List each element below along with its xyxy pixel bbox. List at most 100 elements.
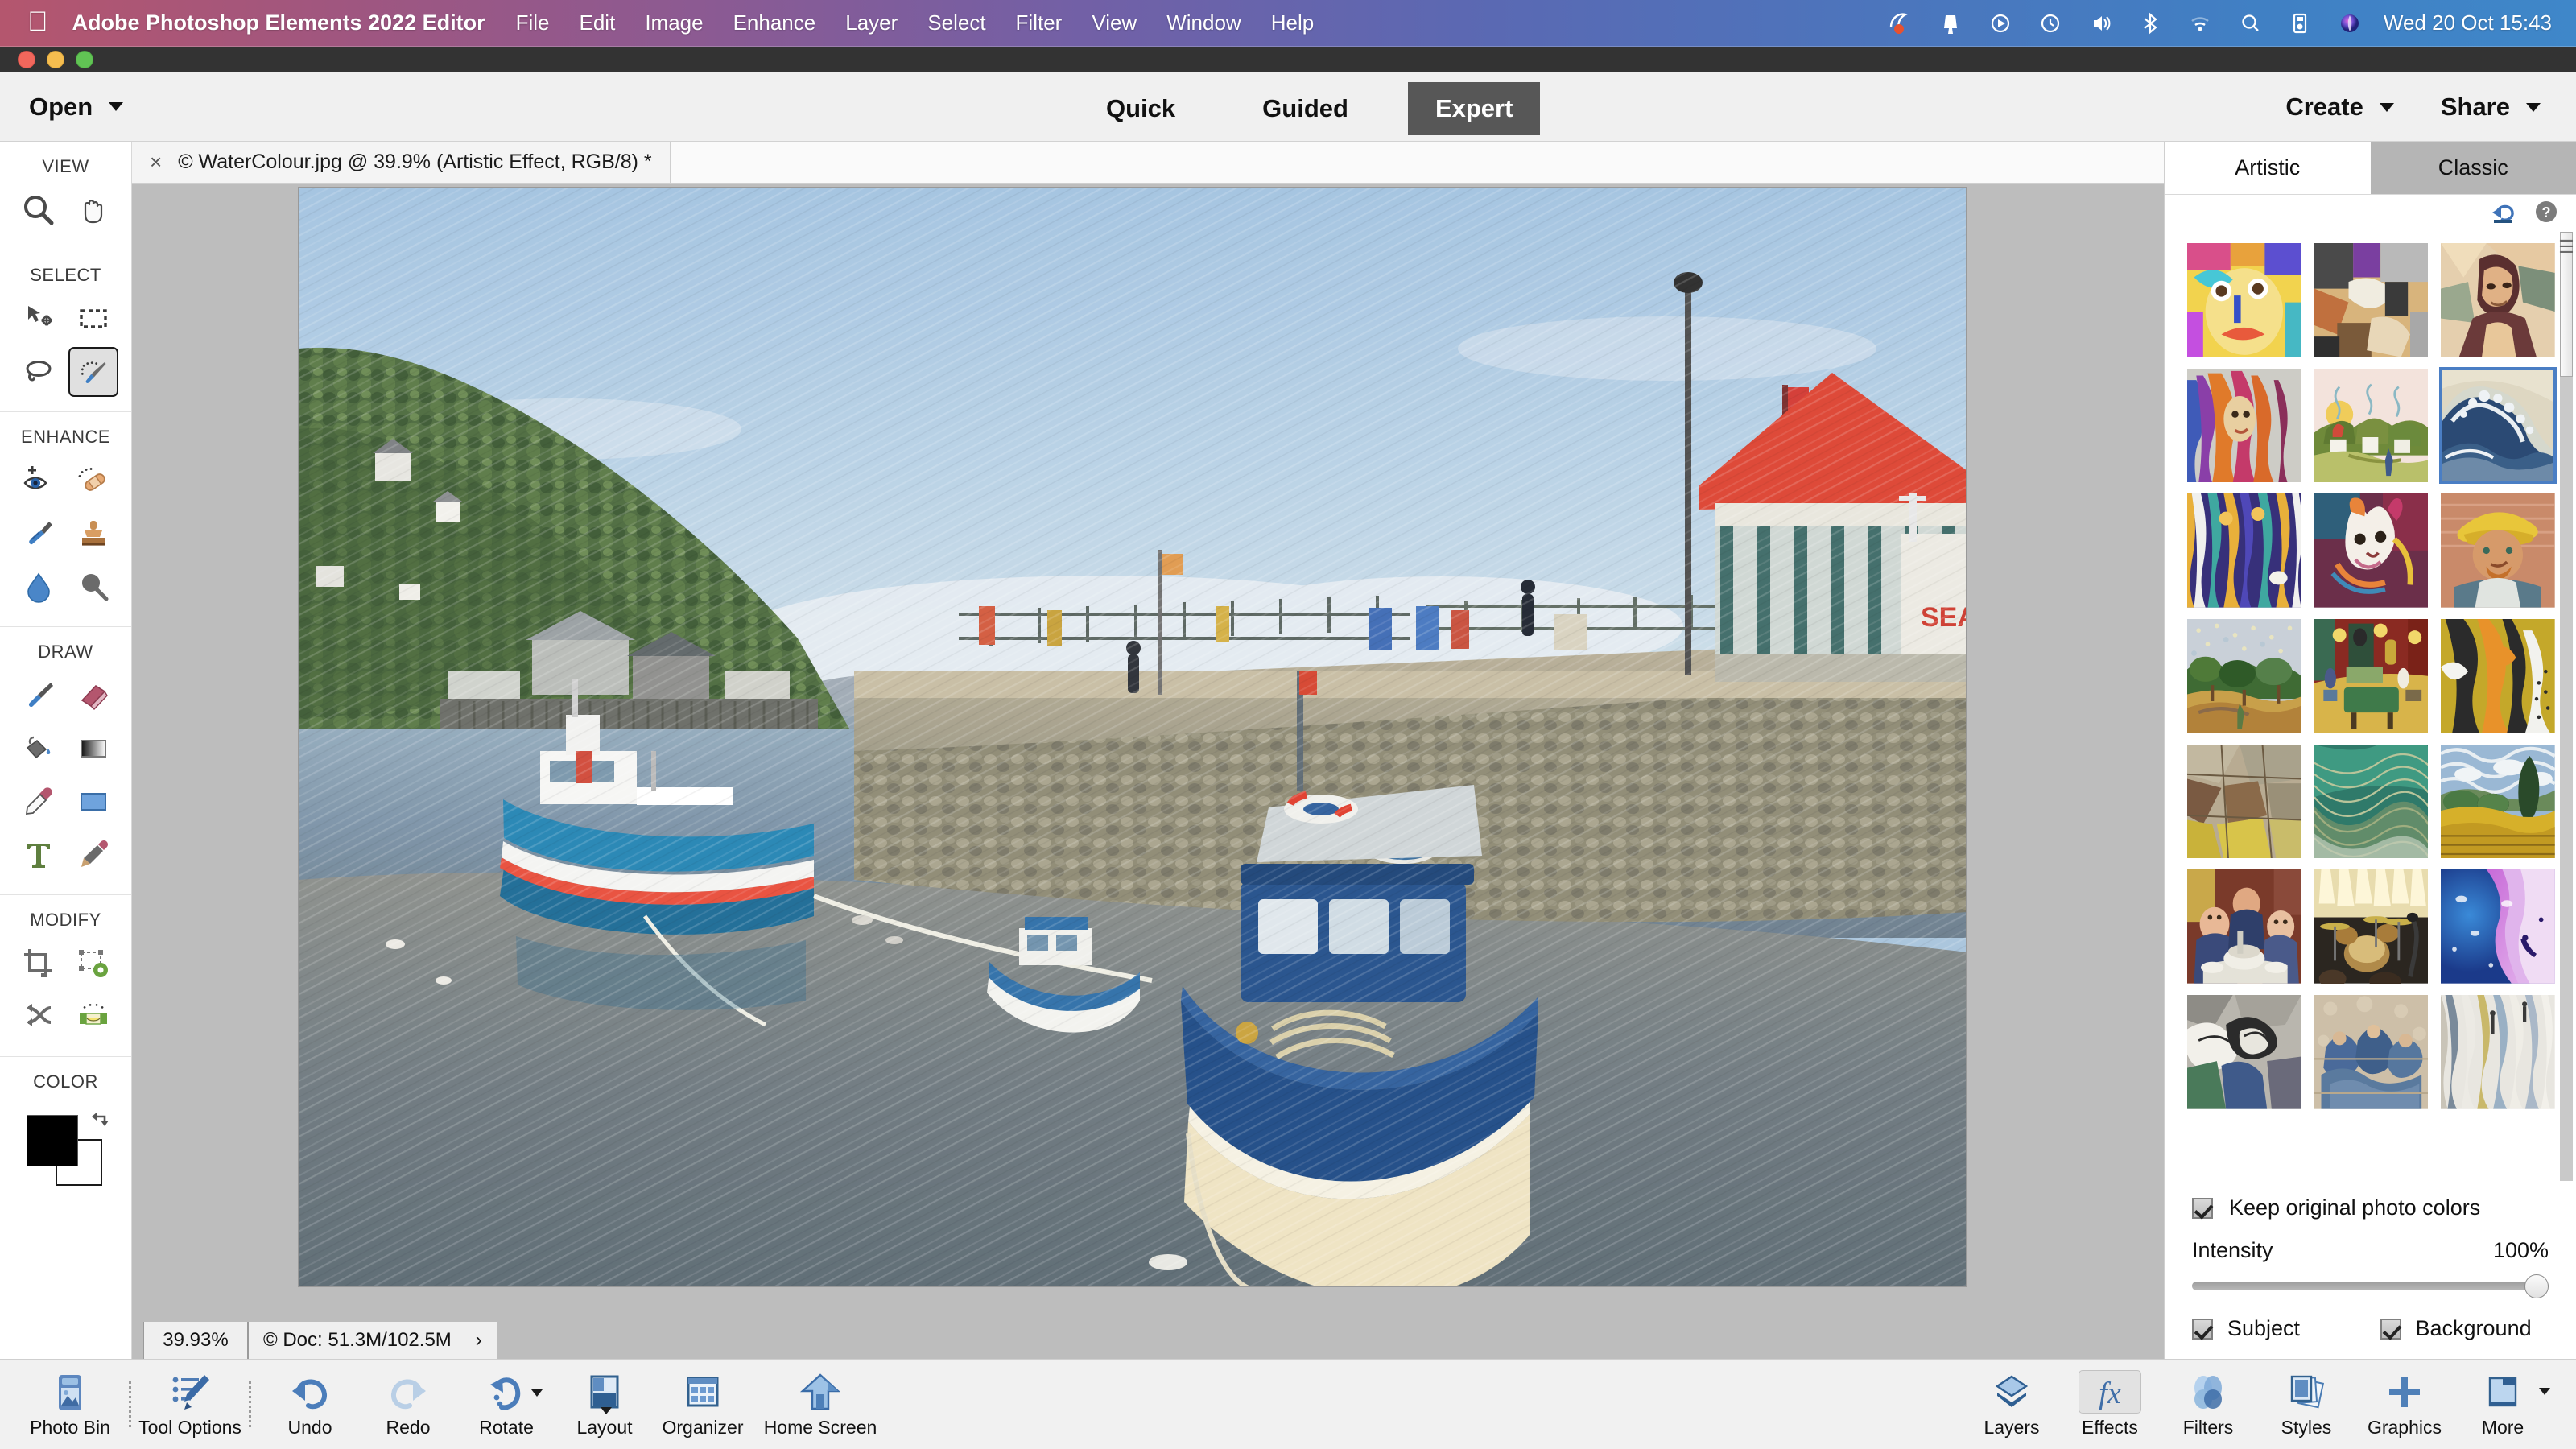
chevron-down-icon[interactable] <box>2526 102 2541 112</box>
window-close-button[interactable] <box>18 51 35 68</box>
effect-thumb-cubist-face[interactable] <box>2187 243 2301 357</box>
menu-item-window[interactable]: Window <box>1166 10 1241 35</box>
menu-item-enhance[interactable]: Enhance <box>733 10 816 35</box>
app-name-menu[interactable]: Adobe Photoshop Elements 2022 Editor <box>72 10 485 35</box>
zoom-tool[interactable] <box>14 185 64 235</box>
effect-thumb-van-gogh-cottages[interactable] <box>2314 368 2429 483</box>
menu-item-select[interactable]: Select <box>927 10 985 35</box>
paint-bucket-tool[interactable] <box>14 724 64 774</box>
layers-button[interactable]: Layers <box>1963 1370 2061 1439</box>
panel-options-menu-icon[interactable]: ☰ <box>2558 238 2574 256</box>
menu-item-help[interactable]: Help <box>1271 10 1314 35</box>
straighten-tool[interactable] <box>68 992 118 1042</box>
effects-grid-scrollbar[interactable] <box>2560 232 2573 1181</box>
effect-thumb-penguin-graphic[interactable] <box>2441 619 2555 733</box>
hand-tool[interactable] <box>68 185 118 235</box>
brush-tool[interactable] <box>14 671 64 720</box>
effect-thumb-expressive-portrait[interactable] <box>2187 368 2301 483</box>
help-question-icon[interactable]: ? <box>2534 200 2558 228</box>
wifi-icon[interactable] <box>2187 10 2213 37</box>
time-machine-icon[interactable] <box>2037 10 2063 37</box>
effect-thumb-abstract-cubism[interactable] <box>2314 243 2429 357</box>
effects-thumbnail-grid[interactable]: ☰ <box>2165 232 2576 1181</box>
layout-button[interactable]: Layout <box>555 1370 654 1439</box>
background-checkbox[interactable] <box>2380 1318 2401 1340</box>
home-screen-button[interactable]: Home Screen <box>752 1370 889 1439</box>
graphics-button[interactable]: Graphics <box>2355 1370 2454 1439</box>
redo-button[interactable]: Redo <box>359 1370 457 1439</box>
more-button[interactable]: More <box>2454 1370 2552 1439</box>
spotlight-search-icon[interactable] <box>2237 10 2263 37</box>
menu-item-layer[interactable]: Layer <box>845 10 898 35</box>
foreground-color-swatch[interactable] <box>26 1115 78 1166</box>
tab-guided[interactable]: Guided <box>1235 82 1376 135</box>
effect-thumb-drum-stage[interactable] <box>2314 869 2429 985</box>
open-button[interactable]: Open <box>29 93 124 122</box>
pencil-tool[interactable] <box>68 830 118 880</box>
content-aware-move-tool[interactable] <box>14 992 64 1042</box>
effect-thumb-mona-lisa-lowpoly[interactable] <box>2441 243 2555 357</box>
effect-thumb-futurist-abstract[interactable] <box>2187 995 2301 1109</box>
share-button[interactable]: Share <box>2441 93 2541 122</box>
apple-icon[interactable]:  <box>27 8 48 35</box>
close-icon[interactable]: × <box>150 150 162 175</box>
effect-thumb-abstract-figures[interactable] <box>2187 493 2301 608</box>
intensity-slider-knob[interactable] <box>2524 1274 2549 1298</box>
smart-brush-tool[interactable] <box>14 509 64 559</box>
shape-tool[interactable] <box>68 777 118 827</box>
chevron-down-icon[interactable] <box>2379 102 2394 112</box>
menu-item-edit[interactable]: Edit <box>580 10 616 35</box>
chevron-down-icon[interactable] <box>531 1389 543 1397</box>
recompose-tool[interactable] <box>68 939 118 989</box>
spot-healing-brush-tool[interactable] <box>68 456 118 506</box>
menu-item-file[interactable]: File <box>516 10 550 35</box>
rotate-button[interactable]: Rotate <box>457 1370 555 1439</box>
subject-checkbox[interactable] <box>2192 1318 2213 1340</box>
effect-thumb-fluid-acrylic-pour[interactable] <box>2441 869 2555 985</box>
effect-thumb-children-at-table[interactable] <box>2187 869 2301 985</box>
effect-thumb-the-great-wave[interactable] <box>2439 366 2557 485</box>
chevron-down-icon[interactable] <box>109 102 124 111</box>
undo-button[interactable]: Undo <box>261 1370 359 1439</box>
chevron-down-icon[interactable] <box>601 1407 612 1414</box>
type-tool[interactable] <box>14 830 64 880</box>
effects-button[interactable]: fx Effects <box>2061 1370 2159 1439</box>
blur-tool[interactable] <box>14 562 64 612</box>
play-circle-icon[interactable] <box>1988 10 2013 37</box>
gradient-tool[interactable] <box>68 724 118 774</box>
move-tool[interactable] <box>14 294 64 344</box>
menu-item-filter[interactable]: Filter <box>1016 10 1063 35</box>
tab-artistic[interactable]: Artistic <box>2165 142 2371 194</box>
lasso-tool[interactable] <box>14 347 64 397</box>
document-size-field[interactable]: © Doc: 51.3M/102.5M › <box>248 1322 497 1359</box>
notification-bell-icon[interactable] <box>1938 10 1963 37</box>
chevron-right-icon[interactable]: › <box>476 1329 482 1352</box>
eyedropper-tool[interactable] <box>14 777 64 827</box>
background-option[interactable]: Background <box>2380 1316 2549 1341</box>
effect-thumb-textured-white-abstract[interactable] <box>2441 995 2555 1109</box>
organizer-button[interactable]: Organizer <box>654 1370 752 1439</box>
zoom-level-field[interactable]: 39.93% <box>143 1322 248 1359</box>
subject-option[interactable]: Subject <box>2192 1316 2361 1341</box>
screen-record-icon[interactable] <box>1888 10 1913 37</box>
display-icon[interactable] <box>2287 10 2313 37</box>
red-eye-removal-tool[interactable] <box>14 456 64 506</box>
effect-thumb-van-gogh-self-portrait[interactable] <box>2441 493 2555 609</box>
document-tab[interactable]: × © WaterColour.jpg @ 39.9% (Artistic Ef… <box>132 142 671 183</box>
rectangular-marquee-tool[interactable] <box>68 294 118 344</box>
undo-arrow-icon[interactable] <box>2489 200 2516 228</box>
eraser-tool[interactable] <box>68 671 118 720</box>
filters-button[interactable]: Filters <box>2159 1370 2257 1439</box>
keep-original-colors-row[interactable]: Keep original photo colors <box>2192 1195 2549 1220</box>
keep-original-colors-checkbox[interactable] <box>2192 1197 2213 1219</box>
quick-selection-brush-tool[interactable] <box>68 347 118 397</box>
effect-thumb-pointillist-olive-trees[interactable] <box>2187 619 2301 733</box>
photo-canvas[interactable]: SEA <box>298 187 1967 1287</box>
tab-quick[interactable]: Quick <box>1079 82 1203 135</box>
photo-bin-button[interactable]: Photo Bin <box>21 1370 119 1439</box>
canvas-viewport[interactable]: SEA <box>132 184 2164 1322</box>
volume-icon[interactable] <box>2087 10 2113 37</box>
menu-item-image[interactable]: Image <box>645 10 703 35</box>
menu-item-view[interactable]: View <box>1092 10 1137 35</box>
tab-classic[interactable]: Classic <box>2370 142 2576 194</box>
